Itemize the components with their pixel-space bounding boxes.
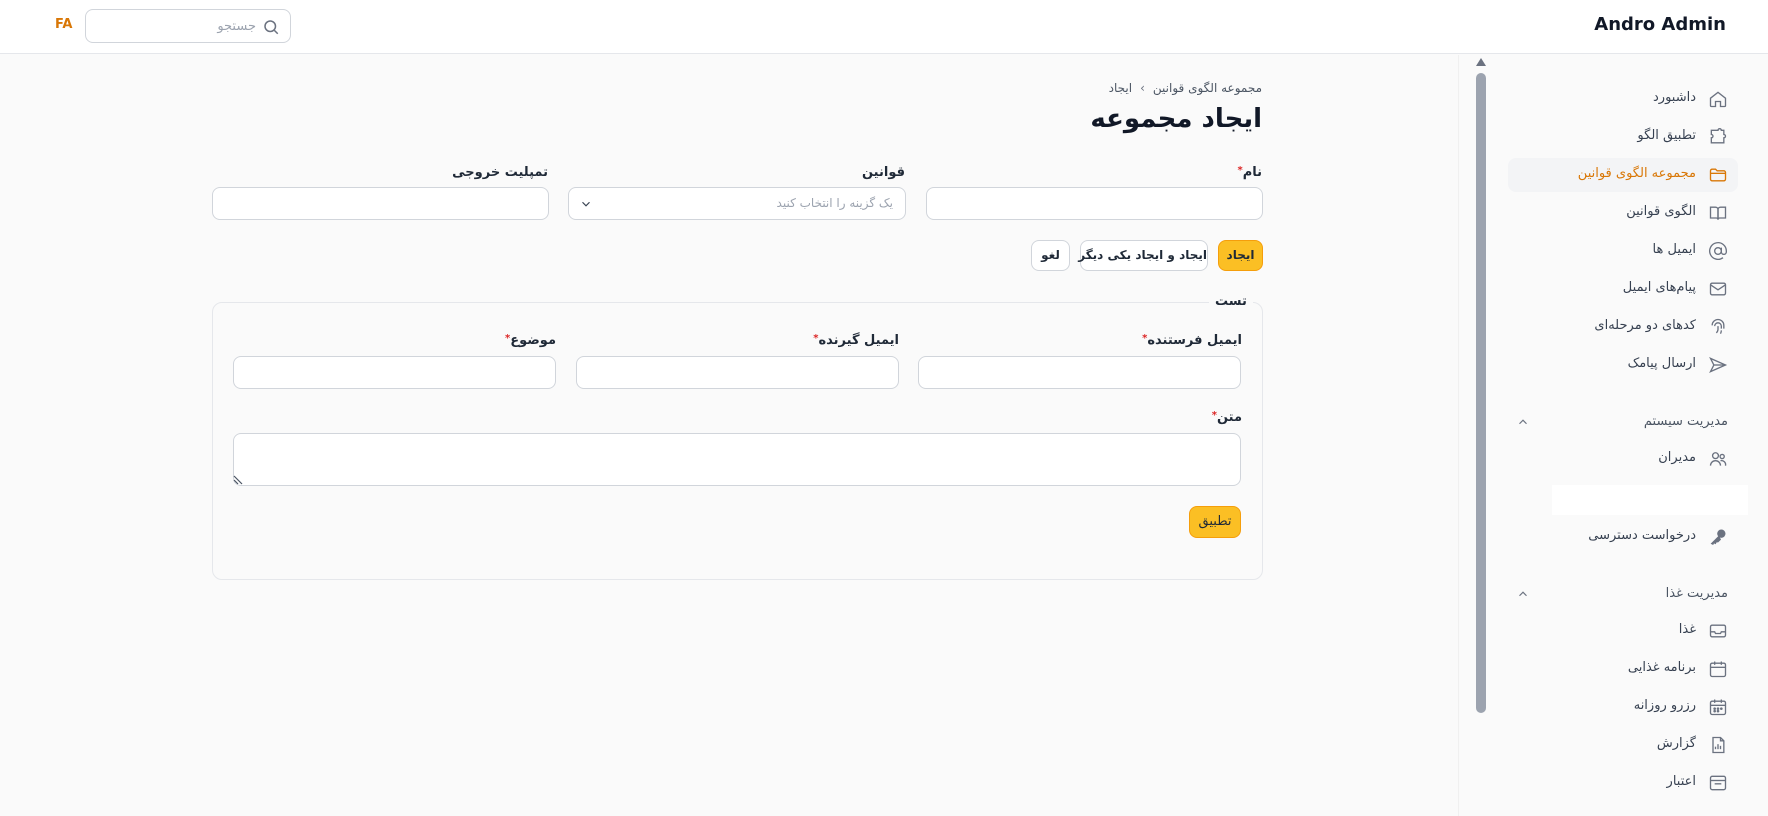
name-input[interactable]	[926, 187, 1263, 220]
group-system-management[interactable]: مدیریت سیستم	[1508, 411, 1738, 435]
resize-handle-icon[interactable]	[233, 473, 245, 485]
body-label-text: متن	[1216, 410, 1242, 425]
page-title: ایجاد مجموعه	[1090, 104, 1262, 134]
body-label: متن*	[1212, 410, 1242, 425]
sidebar-item-label: مجموعه الگوی قوانین	[1577, 166, 1696, 181]
brand-logo[interactable]: Andro Admin	[1594, 14, 1726, 35]
key-icon	[1710, 529, 1726, 546]
breadcrumb-parent[interactable]: مجموعه الگوی قوانین	[1153, 81, 1262, 95]
breadcrumb-current: ایجاد	[1108, 80, 1133, 95]
archive-icon	[1709, 775, 1727, 791]
breadcrumb: مجموعه الگوی قوانین › ایجاد	[1109, 80, 1262, 100]
sidebar-item-pattern-match[interactable]: تطبیق الگو	[1508, 120, 1738, 154]
sidebar-item-food[interactable]: غذا	[1508, 614, 1738, 648]
subject-label-text: موضوع	[510, 333, 556, 348]
sidebar-item-admins[interactable]: مدیران	[1508, 442, 1738, 476]
fingerprint-icon	[1711, 318, 1725, 334]
sidebar-item-label: درخواست دسترسی	[1588, 528, 1696, 543]
scroll-up-arrow-icon[interactable]	[1476, 58, 1486, 66]
sidebar-item-label: پیام‌های ایمیل	[1622, 280, 1696, 295]
recipient-email-input[interactable]	[576, 356, 899, 389]
sidebar-item-dashboard[interactable]: داشبورد	[1508, 82, 1738, 116]
cancel-button[interactable]: لغو	[1031, 240, 1070, 271]
rules-select[interactable]: یک گزینه را انتخاب کنید	[568, 187, 906, 220]
test-legend: تست	[1209, 294, 1253, 309]
sidebar-item-label: الگوی قوانین	[1626, 204, 1696, 219]
output-template-input[interactable]	[212, 187, 549, 220]
group-label: مدیریت سیستم	[1643, 414, 1728, 429]
chevron-up-icon[interactable]	[1516, 587, 1530, 601]
name-label-text: نام	[1242, 165, 1262, 180]
sidebar-item-label: اعتبار	[1666, 774, 1696, 789]
recipient-email-label: ایمیل گیرنده*	[813, 333, 899, 348]
sidebar-item-label: مدیران	[1658, 450, 1696, 465]
name-label: نام*	[1237, 165, 1262, 180]
sidebar-item-label: ایمیل ها	[1652, 242, 1696, 257]
search-input[interactable]	[96, 16, 256, 36]
sidebar-item-email-messages[interactable]: پیام‌های ایمیل	[1508, 272, 1738, 306]
subject-label: موضوع*	[505, 333, 556, 348]
sidebar-item-access-request[interactable]: درخواست دسترسی	[1508, 520, 1738, 554]
sidebar-item-credit[interactable]: اعتبار	[1508, 766, 1738, 800]
scrollbar-thumb[interactable]	[1476, 73, 1486, 713]
chevron-up-icon[interactable]	[1516, 415, 1530, 429]
chevron-down-icon	[582, 201, 590, 207]
create-another-button[interactable]: ایجاد و ایجاد یکی دیگر	[1078, 240, 1208, 271]
group-food-management[interactable]: مدیریت غذا	[1508, 583, 1738, 607]
sidebar-blank-row	[1552, 485, 1748, 515]
sidebar-item-label: کدهای دو مرحله‌ای	[1594, 318, 1696, 333]
sidebar-item-emails[interactable]: ایمیل ها	[1508, 234, 1738, 268]
sidebar-item-label: رزرو روزانه	[1633, 698, 1696, 713]
puzzle-icon	[1710, 128, 1727, 144]
sidebar-item-label: گزارش	[1656, 736, 1696, 751]
sidebar-item-label: تطبیق الگو	[1637, 128, 1696, 143]
apply-button[interactable]: تطبیق	[1189, 506, 1241, 538]
sidebar-item-label: غذا	[1678, 622, 1696, 637]
subject-input[interactable]	[233, 356, 556, 389]
calendar-grid-icon	[1709, 699, 1727, 716]
main-scrollbar[interactable]	[1474, 58, 1488, 718]
sidebar-item-daily-reservation[interactable]: رزرو روزانه	[1508, 690, 1738, 724]
rules-select-placeholder: یک گزینه را انتخاب کنید	[776, 196, 893, 210]
search-icon	[264, 20, 279, 35]
sender-email-label: ایمیل فرستنده*	[1142, 333, 1242, 348]
book-icon	[1709, 206, 1727, 220]
sidebar-item-label: برنامه غذایی	[1627, 660, 1696, 675]
top-bar: Andro Admin FA	[0, 0, 1768, 54]
report-icon	[1712, 736, 1725, 754]
create-button[interactable]: ایجاد	[1218, 240, 1263, 271]
folder-icon	[1709, 168, 1727, 182]
envelope-icon	[1709, 282, 1727, 296]
sender-email-input[interactable]	[918, 356, 1241, 389]
sidebar-item-label: ارسال پیامک	[1627, 356, 1696, 371]
sidebar: داشبورد تطبیق الگو مجموعه الگوی قوانین ا…	[1458, 55, 1768, 816]
breadcrumb-separator-icon: ›	[1140, 80, 1145, 95]
sidebar-item-meal-plan[interactable]: برنامه غذایی	[1508, 652, 1738, 686]
sidebar-item-label: داشبورد	[1653, 90, 1696, 105]
rules-label: قوانین	[861, 165, 905, 180]
send-icon	[1709, 356, 1728, 374]
sender-email-label-text: ایمیل فرستنده	[1147, 333, 1242, 348]
group-label: مدیریت غذا	[1665, 586, 1728, 601]
home-icon	[1709, 91, 1727, 108]
inbox-icon	[1709, 624, 1727, 638]
sidebar-item-2fa-codes[interactable]: کدهای دو مرحله‌ای	[1508, 310, 1738, 344]
sidebar-item-rule-pattern-sets[interactable]: مجموعه الگوی قوانین	[1508, 158, 1738, 192]
recipient-email-label-text: ایمیل گیرنده	[818, 333, 899, 348]
sidebar-item-report[interactable]: گزارش	[1508, 728, 1738, 762]
body-textarea[interactable]	[233, 433, 1241, 486]
at-sign-icon	[1709, 242, 1727, 260]
calendar-icon	[1709, 661, 1727, 678]
search-box[interactable]	[85, 9, 291, 43]
sidebar-item-send-sms[interactable]: ارسال پیامک	[1508, 348, 1738, 382]
language-switch[interactable]: FA	[55, 17, 72, 32]
users-icon	[1709, 452, 1727, 466]
sidebar-item-rule-patterns[interactable]: الگوی قوانین	[1508, 196, 1738, 230]
output-template-label: تمپلیت خروجی	[452, 165, 548, 180]
